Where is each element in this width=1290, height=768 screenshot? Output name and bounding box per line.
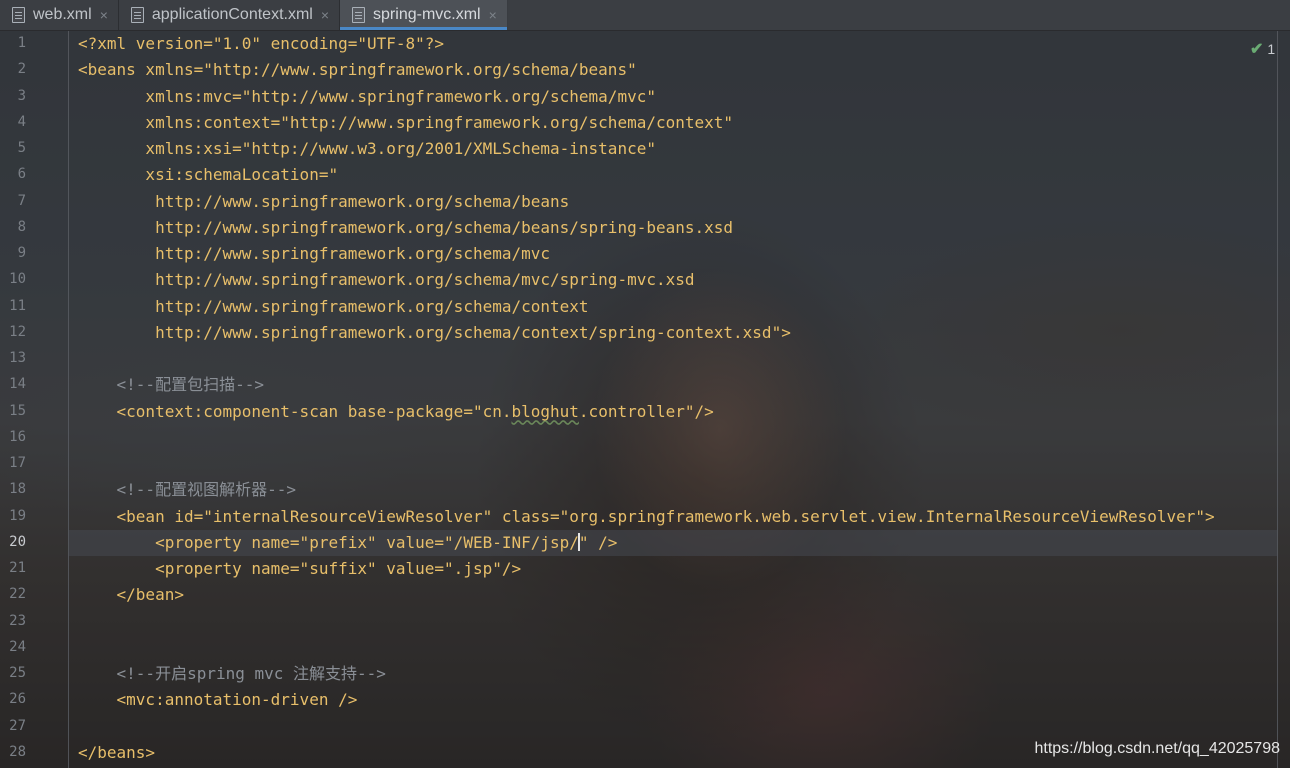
line-number: 28 bbox=[9, 743, 26, 760]
tab-label: applicationContext.xml bbox=[151, 6, 313, 23]
code-line: </bean> bbox=[78, 585, 184, 605]
line-number: 14 bbox=[9, 376, 26, 393]
spelling-warning[interactable]: bloghut bbox=[511, 402, 578, 421]
code-line: <?xml version="1.0" encoding="UTF-8"?> bbox=[78, 34, 445, 53]
text-caret bbox=[577, 532, 580, 551]
line-number: 25 bbox=[9, 665, 26, 681]
line-number: 4 bbox=[17, 113, 26, 130]
code-line: http://www.springframework.org/schema/co… bbox=[78, 296, 589, 316]
close-icon[interactable]: × bbox=[321, 7, 329, 23]
line-number: 24 bbox=[9, 638, 26, 655]
code-line: http://www.springframework.org/schema/co… bbox=[78, 322, 791, 342]
code-comment-line: <!--开启spring mvc 注解支持--> bbox=[78, 664, 386, 683]
line-number: 12 bbox=[9, 323, 26, 340]
code-line: <property name="prefix" value="/WEB-INF/… bbox=[78, 532, 618, 552]
check-icon: ✔ bbox=[1250, 41, 1264, 58]
line-number: 6 bbox=[17, 166, 26, 183]
code-line: <beans xmlns="http://www.springframework… bbox=[78, 60, 637, 80]
xml-file-icon bbox=[352, 7, 366, 23]
line-number: 21 bbox=[9, 560, 26, 576]
inspection-widget[interactable]: ✔ 1 bbox=[1250, 38, 1290, 60]
code-line: http://www.springframework.org/schema/be… bbox=[78, 191, 570, 211]
line-number: 13 bbox=[9, 350, 26, 366]
tab-application-context-xml[interactable]: applicationContext.xml × bbox=[119, 0, 341, 30]
line-number: 15 bbox=[9, 402, 26, 419]
line-number: 9 bbox=[17, 245, 26, 261]
code-line: xsi:schemaLocation=" bbox=[78, 165, 339, 185]
line-number: 3 bbox=[17, 87, 26, 104]
code-comment-line: <!--配置视图解析器--> bbox=[78, 480, 296, 500]
code-line: <mvc:annotation-driven /> bbox=[78, 690, 358, 710]
line-number: 22 bbox=[9, 586, 26, 603]
line-number: 8 bbox=[17, 218, 26, 235]
line-number: 23 bbox=[9, 612, 26, 629]
tab-spring-mvc-xml[interactable]: spring-mvc.xml × bbox=[340, 0, 508, 30]
code-line: <property name="suffix" value=".jsp"/> bbox=[78, 559, 522, 578]
code-line: http://www.springframework.org/schema/mv… bbox=[78, 270, 695, 290]
tab-web-xml[interactable]: web.xml × bbox=[0, 0, 119, 30]
editor-tab-bar: web.xml × applicationContext.xml × sprin… bbox=[0, 0, 1290, 31]
code-line: xmlns:xsi="http://www.w3.org/2001/XMLSch… bbox=[78, 139, 656, 158]
line-number: 5 bbox=[17, 140, 26, 156]
code-line: </beans> bbox=[78, 742, 156, 762]
tab-label: spring-mvc.xml bbox=[373, 6, 481, 23]
line-number: 1 bbox=[17, 35, 26, 51]
line-number: 16 bbox=[9, 428, 26, 445]
code-line: <bean id="internalResourceViewResolver" … bbox=[78, 506, 1215, 526]
line-number: 7 bbox=[17, 192, 26, 209]
editor-scrollbar[interactable] bbox=[1277, 31, 1290, 768]
line-number: 18 bbox=[9, 481, 26, 498]
line-number: 17 bbox=[9, 455, 26, 471]
line-number: 2 bbox=[17, 61, 26, 78]
code-line: http://www.springframework.org/schema/mv… bbox=[78, 244, 551, 263]
code-line: <context:component-scan base-package="cn… bbox=[78, 401, 714, 421]
line-number: 20 bbox=[9, 533, 26, 550]
xml-file-icon bbox=[130, 7, 144, 23]
line-number: 27 bbox=[9, 717, 26, 734]
line-number-gutter[interactable]: 1 2 3 4 5 6 7 8 9 10 11 12 13 14 15 16 17 18 19 20 21 22 23 24 2… bbox=[0, 31, 69, 768]
watermark-url: https://blog.csdn.net/qq_42025798 bbox=[1034, 740, 1280, 757]
line-number: 26 bbox=[9, 691, 26, 708]
line-number: 19 bbox=[9, 507, 26, 524]
code-line: xmlns:context="http://www.springframewor… bbox=[78, 112, 734, 132]
code-comment-line: <!--配置包扫描--> bbox=[78, 375, 264, 395]
close-icon[interactable]: × bbox=[100, 7, 108, 23]
inspection-count: 1 bbox=[1267, 41, 1276, 57]
code-line: xmlns:mvc="http://www.springframework.or… bbox=[78, 86, 656, 106]
tab-label: web.xml bbox=[33, 6, 92, 23]
close-icon[interactable]: × bbox=[489, 7, 497, 23]
xml-file-icon bbox=[12, 7, 25, 23]
code-line: http://www.springframework.org/schema/be… bbox=[78, 217, 734, 237]
line-number: 10 bbox=[9, 271, 26, 288]
line-number: 11 bbox=[9, 297, 26, 314]
